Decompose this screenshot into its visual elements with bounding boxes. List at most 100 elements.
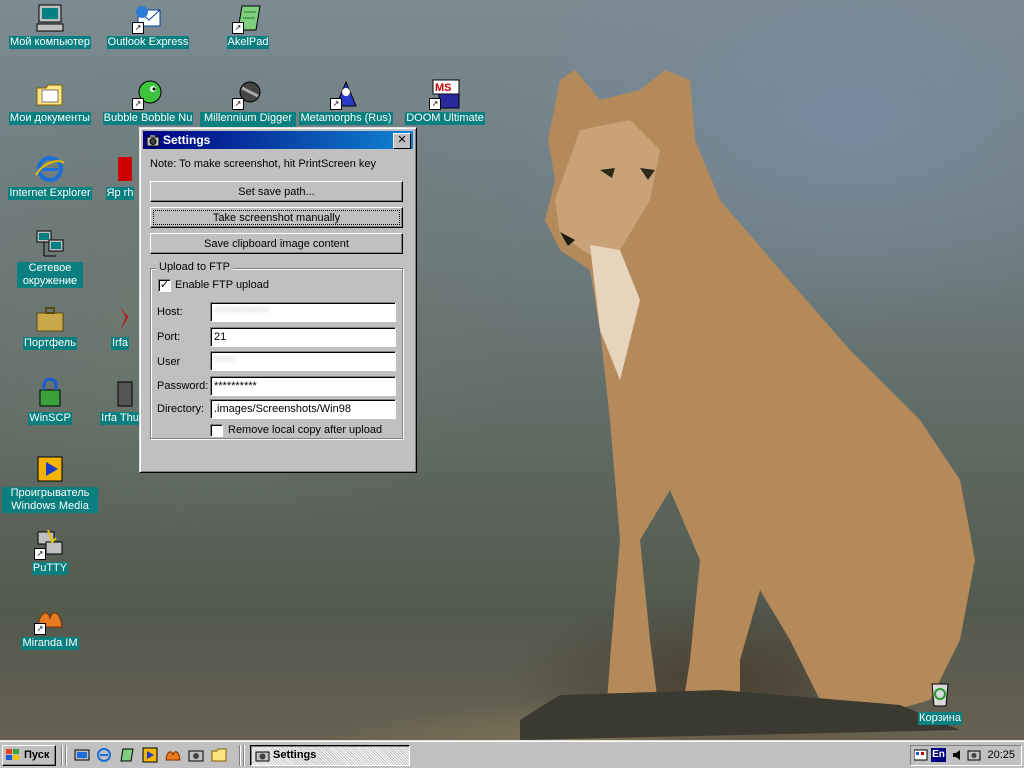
desktop-icon-internet-explorer[interactable]: Internet Explorer (2, 153, 98, 200)
note-text: Note: To make screenshot, hit PrintScree… (150, 158, 377, 170)
desktop-icon-label: Мой компьютер (8, 36, 92, 49)
shortcut-arrow-icon: ↗ (232, 98, 244, 110)
ftp-group-legend: Upload to FTP (156, 261, 233, 273)
millennium-digger-icon: ↗ (232, 78, 264, 110)
desktop-icon-label: Сетевое окружение (17, 262, 83, 288)
close-button[interactable]: ✕ (393, 133, 411, 149)
desktop-icon-windows-media-player[interactable]: Проигрыватель Windows Media (2, 453, 98, 513)
camera-icon (146, 133, 160, 147)
folder-quicklaunch-icon[interactable] (211, 747, 227, 763)
desktop-icon-miranda-im[interactable]: ↗ Miranda IM (2, 603, 98, 650)
desktop-icon-label: Bubble Bobble Nu (102, 112, 194, 125)
desktop-icon-metamorphs[interactable]: ↗ Metamorphs (Rus) (298, 78, 394, 125)
shortcut-arrow-icon: ↗ (232, 22, 244, 34)
briefcase-icon (34, 303, 66, 335)
port-field[interactable]: 21 (210, 327, 396, 347)
desktop-icon-briefcase[interactable]: Портфель (2, 303, 98, 350)
shortcut-partial-icon (104, 153, 136, 185)
internet-explorer-icon (34, 153, 66, 185)
desktop-icon-bubble-bobble[interactable]: ↗ Bubble Bobble Nu (100, 78, 196, 125)
winscp-icon (34, 377, 66, 410)
desktop-icon-label: Мои документы (8, 112, 92, 125)
user-field[interactable]: ***** (210, 351, 396, 371)
shortcut-arrow-icon: ↗ (132, 22, 144, 34)
taskbar-settings-label: Settings (273, 749, 317, 761)
desktop-icon-akelpad[interactable]: ↗ AkelPad (200, 2, 296, 49)
user-value: ***** (214, 355, 236, 367)
start-label: Пуск (24, 749, 50, 761)
media-player-quicklaunch-icon[interactable] (142, 747, 158, 763)
clock[interactable]: 20:25 (987, 749, 1015, 761)
recycle-bin-icon (924, 678, 956, 710)
password-field[interactable]: ********** (210, 376, 396, 396)
set-save-path-button[interactable]: Set save path... (150, 181, 403, 202)
system-tray: En 20:25 (910, 745, 1022, 766)
remove-local-copy-label[interactable]: Remove local copy after upload (228, 424, 382, 436)
camera-icon (255, 748, 270, 763)
taskbar-separator (239, 745, 241, 766)
akelpad-quicklaunch-icon[interactable] (119, 747, 135, 763)
shortcut-arrow-icon: ↗ (132, 98, 144, 110)
svg-text:MS: MS (435, 82, 452, 94)
shortcut-arrow-icon: ↗ (330, 98, 342, 110)
desktop-icon-label: Яр rh (105, 187, 135, 200)
folder-icon (34, 78, 66, 110)
window-titlebar[interactable]: Settings ✕ (143, 131, 413, 149)
miranda-quicklaunch-icon[interactable] (165, 747, 181, 763)
irfanview-thumbnails-icon (104, 378, 136, 410)
desktop-icon-label: Корзина (918, 712, 962, 725)
remove-local-copy-checkbox[interactable] (210, 424, 223, 437)
desktop-icon-doom-ultimate[interactable]: MS ↗ DOOM Ultimate (397, 78, 493, 125)
language-indicator[interactable]: En (931, 748, 946, 762)
desktop-icon-my-documents[interactable]: Мои документы (2, 78, 98, 125)
desktop-icon-my-computer[interactable]: Мой компьютер (2, 2, 98, 49)
camera-quicklaunch-icon[interactable] (188, 747, 204, 763)
host-field[interactable]: ************* (210, 302, 396, 322)
taskbar-separator (61, 745, 63, 766)
user-label: User (157, 356, 181, 368)
show-desktop-icon[interactable] (74, 747, 90, 763)
enable-ftp-checkbox[interactable]: ✓ (158, 279, 171, 292)
settings-window: Settings ✕ Note: To make screenshot, hit… (139, 127, 417, 473)
desktop-icon-network[interactable]: Сетевое окружение (2, 228, 98, 288)
metamorphs-icon: ↗ (330, 78, 362, 110)
desktop-icon-label: Проигрыватель Windows Media (2, 487, 98, 513)
desktop-icon-putty[interactable]: ↗ PuTTY (2, 528, 98, 575)
start-button[interactable]: Пуск (2, 745, 56, 766)
password-label: Password: (157, 380, 209, 392)
save-clipboard-button[interactable]: Save clipboard image content (150, 233, 403, 254)
doom-icon: MS ↗ (429, 78, 461, 110)
desktop-icon-recycle-bin[interactable]: Корзина (892, 678, 988, 725)
volume-icon[interactable] (951, 748, 965, 762)
take-screenshot-button[interactable]: Take screenshot manually (150, 207, 403, 228)
desktop-icon-label: PuTTY (31, 562, 69, 575)
desktop-icon-irfanview[interactable]: Irfa (100, 303, 140, 350)
akelpad-icon: ↗ (232, 2, 264, 34)
host-value: ************* (214, 306, 270, 318)
putty-icon: ↗ (34, 528, 66, 560)
desktop-icon-irfanview-thumbs[interactable]: Irfa Thu (100, 378, 140, 425)
bubble-bobble-icon: ↗ (132, 78, 164, 110)
directory-field[interactable]: .images/Screenshots/Win98 (210, 399, 396, 419)
taskbar-separator (65, 745, 67, 766)
internet-explorer-quicklaunch-icon[interactable] (96, 747, 112, 763)
desktop-icon-label: Miranda IM (21, 637, 79, 650)
desktop-icon-partial-ya[interactable]: Яр rh (100, 153, 140, 200)
desktop-icon-label: Irfa Thu (100, 412, 140, 425)
irfanview-icon (104, 303, 136, 335)
taskbar-separator (243, 745, 245, 766)
desktop-icon-winscp[interactable]: WinSCP (2, 377, 98, 425)
host-label: Host: (157, 306, 183, 318)
port-label: Port: (157, 331, 181, 343)
enable-ftp-label[interactable]: Enable FTP upload (175, 279, 269, 291)
desktop-icon-label: Outlook Express (106, 36, 190, 49)
taskbar-settings-button[interactable]: Settings (250, 745, 410, 766)
directory-label: Directory: (157, 403, 205, 415)
camera-tray-icon[interactable] (967, 748, 981, 762)
outlook-express-icon: ↗ (132, 2, 164, 34)
desktop-icon-outlook-express[interactable]: ↗ Outlook Express (100, 2, 196, 49)
keyboard-layout-icon[interactable] (913, 748, 928, 762)
desktop-icon-label: Internet Explorer (8, 187, 92, 200)
desktop-icon-label: Metamorphs (Rus) (299, 112, 393, 125)
window-title: Settings (163, 133, 211, 147)
